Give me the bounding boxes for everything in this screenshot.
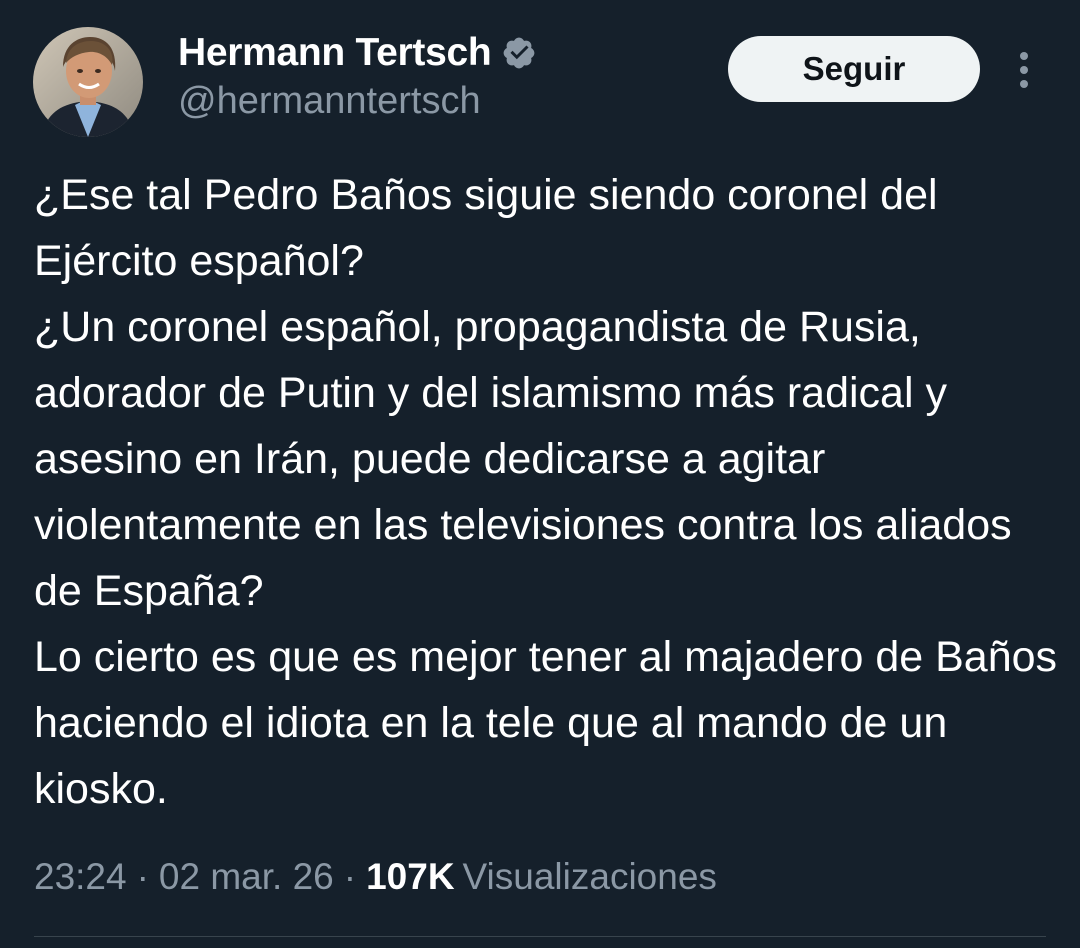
verified-badge-icon[interactable] bbox=[501, 35, 537, 71]
profile-photo-icon bbox=[33, 27, 143, 137]
tweet-meta: 23:24 · 02 mar. 26 · 107K Visualizacione… bbox=[34, 856, 717, 898]
divider bbox=[34, 936, 1046, 937]
author-name-row: Hermann Tertsch bbox=[178, 28, 537, 78]
tweet-text: ¿Ese tal Pedro Baños siguie siendo coron… bbox=[34, 171, 1058, 813]
tweet-card: Hermann Tertsch @hermanntertsch Seguir ¿… bbox=[0, 0, 1080, 948]
views-label[interactable]: Visualizaciones bbox=[463, 856, 717, 898]
meta-separator: · bbox=[136, 856, 149, 897]
author-handle[interactable]: @hermanntertsch bbox=[178, 80, 481, 123]
avatar[interactable] bbox=[33, 27, 143, 137]
tweet-time[interactable]: 23:24 bbox=[34, 856, 127, 898]
author-display-name[interactable]: Hermann Tertsch bbox=[178, 31, 492, 75]
meta-separator: · bbox=[343, 856, 357, 897]
more-vertical-icon[interactable] bbox=[1004, 48, 1044, 92]
tweet-date[interactable]: 02 mar. 26 bbox=[159, 856, 334, 898]
follow-button[interactable]: Seguir bbox=[728, 36, 980, 102]
views-count[interactable]: 107K bbox=[366, 856, 454, 898]
